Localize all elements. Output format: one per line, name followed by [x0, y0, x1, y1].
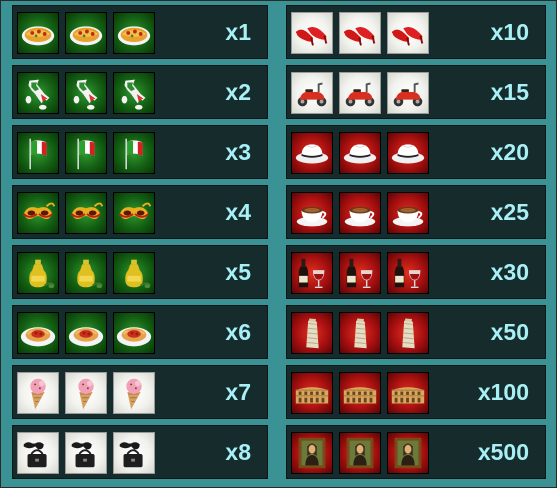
sunglasses-handbag-icon	[65, 432, 107, 474]
colosseum-icon	[387, 372, 429, 414]
vespa-scooter-icon	[291, 72, 333, 114]
italian-flag-icon	[113, 132, 155, 174]
payout-multiplier: x3	[225, 139, 251, 165]
red-heels-icon	[291, 12, 333, 54]
wine-bottle-glass-icon	[339, 252, 381, 294]
leaning-tower-icon	[339, 312, 381, 354]
mona-lisa-icon	[291, 432, 333, 474]
olive-oil-icon	[65, 252, 107, 294]
vespa-scooter-icon	[339, 72, 381, 114]
paytable-row: x6	[12, 305, 268, 359]
paytable-row: x2	[12, 65, 268, 119]
italian-flag-icon	[65, 132, 107, 174]
payout-multiplier: x10	[490, 19, 529, 45]
italian-flag-icon	[17, 132, 59, 174]
espresso-cup-icon	[339, 192, 381, 234]
red-heels-icon	[339, 12, 381, 54]
italy-map-icon	[17, 72, 59, 114]
gelato-cone-icon	[65, 372, 107, 414]
mona-lisa-icon	[339, 432, 381, 474]
paytable-row: x25	[286, 185, 546, 239]
colosseum-icon	[291, 372, 333, 414]
paytable-row: x3	[12, 125, 268, 179]
payout-multiplier: x30	[490, 259, 529, 285]
paytable-row: x1	[12, 5, 268, 59]
wine-bottle-glass-icon	[291, 252, 333, 294]
leaning-tower-icon	[387, 312, 429, 354]
fedora-hat-icon	[339, 132, 381, 174]
payout-multiplier: x6	[225, 319, 251, 345]
carnival-mask-icon	[65, 192, 107, 234]
paytable-row: x50	[286, 305, 546, 359]
italy-map-icon	[65, 72, 107, 114]
pizza-icon	[113, 12, 155, 54]
payout-multiplier: x5	[225, 259, 251, 285]
paytable-row: x15	[286, 65, 546, 119]
payout-multiplier: x7	[225, 379, 251, 405]
payout-multiplier: x20	[490, 139, 529, 165]
vespa-scooter-icon	[387, 72, 429, 114]
paytable-right-column: x10 x15 x20 x25 x30 x50 x100 x500	[286, 5, 546, 485]
paytable-row: x7	[12, 365, 268, 419]
wine-bottle-glass-icon	[387, 252, 429, 294]
paytable-left-column: x1 x2 x3 x4 x5 x6 x7 x8	[12, 5, 268, 485]
paytable-row: x10	[286, 5, 546, 59]
payout-multiplier: x2	[225, 79, 251, 105]
italy-map-icon	[113, 72, 155, 114]
payout-multiplier: x1	[225, 19, 251, 45]
sunglasses-handbag-icon	[113, 432, 155, 474]
sunglasses-handbag-icon	[17, 432, 59, 474]
espresso-cup-icon	[387, 192, 429, 234]
red-heels-icon	[387, 12, 429, 54]
leaning-tower-icon	[291, 312, 333, 354]
mona-lisa-icon	[387, 432, 429, 474]
fedora-hat-icon	[387, 132, 429, 174]
paytable-row: x30	[286, 245, 546, 299]
spaghetti-icon	[17, 312, 59, 354]
colosseum-icon	[339, 372, 381, 414]
payout-multiplier: x25	[490, 199, 529, 225]
paytable-row: x500	[286, 425, 546, 479]
olive-oil-icon	[113, 252, 155, 294]
pizza-icon	[17, 12, 59, 54]
pizza-icon	[65, 12, 107, 54]
gelato-cone-icon	[17, 372, 59, 414]
olive-oil-icon	[17, 252, 59, 294]
payout-multiplier: x100	[477, 379, 529, 405]
paytable-row: x8	[12, 425, 268, 479]
payout-multiplier: x50	[490, 319, 529, 345]
spaghetti-icon	[113, 312, 155, 354]
gelato-cone-icon	[113, 372, 155, 414]
payout-multiplier: x500	[477, 439, 529, 465]
payout-multiplier: x8	[225, 439, 251, 465]
espresso-cup-icon	[291, 192, 333, 234]
paytable-row: x4	[12, 185, 268, 239]
payout-multiplier: x15	[490, 79, 529, 105]
fedora-hat-icon	[291, 132, 333, 174]
spaghetti-icon	[65, 312, 107, 354]
payout-multiplier: x4	[225, 199, 251, 225]
paytable-row: x5	[12, 245, 268, 299]
paytable-row: x20	[286, 125, 546, 179]
carnival-mask-icon	[17, 192, 59, 234]
carnival-mask-icon	[113, 192, 155, 234]
paytable-row: x100	[286, 365, 546, 419]
